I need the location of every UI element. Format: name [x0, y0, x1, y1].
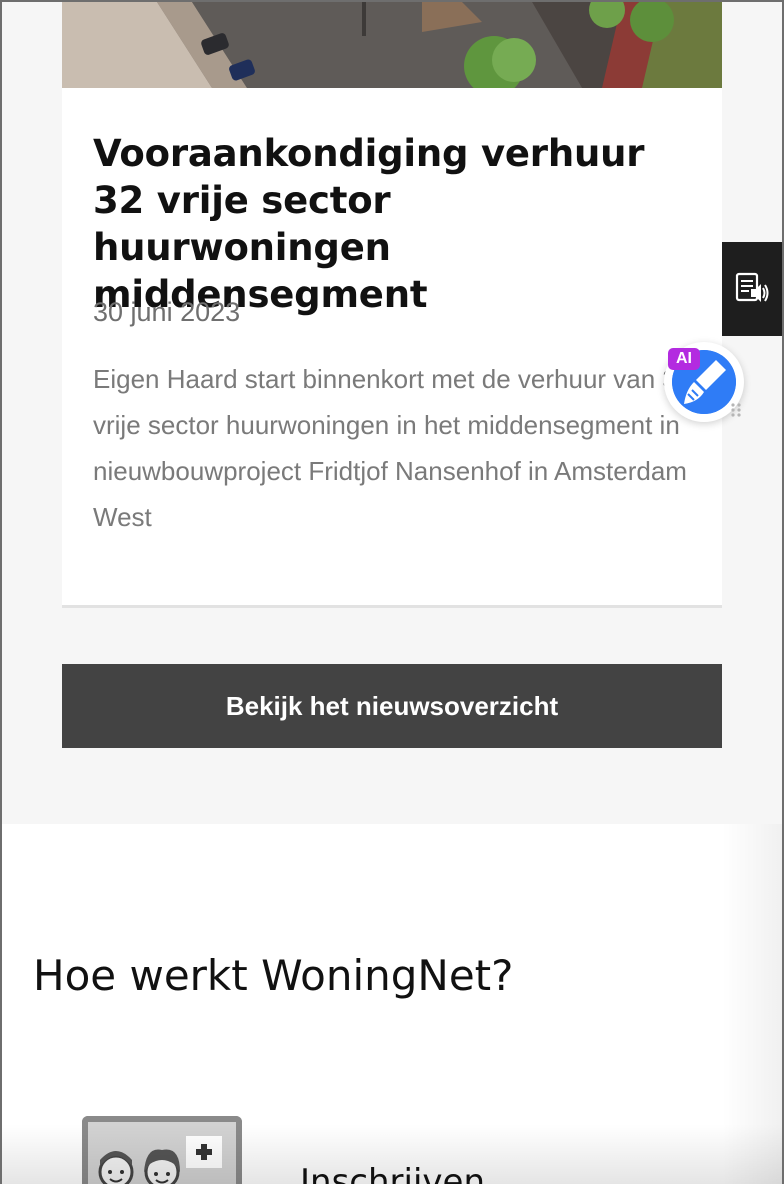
news-card-date: 30 juni 2023 — [93, 297, 241, 327]
read-aloud-icon — [735, 272, 769, 302]
ai-assistant-button[interactable]: AI — [664, 342, 744, 422]
read-aloud-button[interactable] — [722, 242, 782, 336]
news-card-image[interactable] — [62, 2, 722, 88]
register-users-icon[interactable] — [82, 1116, 242, 1184]
how-it-works-title: Hoe werkt WoningNet? — [33, 951, 514, 1000]
page: Vooraankondiging verhuur 32 vrije sector… — [0, 0, 784, 1184]
news-section: Vooraankondiging verhuur 32 vrije sector… — [2, 2, 782, 824]
section-shade — [722, 824, 782, 1184]
step-label-register: Inschrijven — [300, 1162, 485, 1184]
news-overview-button[interactable]: Bekijk het nieuwsoverzicht — [62, 664, 722, 748]
news-card-title[interactable]: Vooraankondiging verhuur 32 vrije sector… — [93, 130, 693, 318]
news-card[interactable]: Vooraankondiging verhuur 32 vrije sector… — [62, 2, 722, 608]
news-card-excerpt: Eigen Haard start binnenkort met de verh… — [93, 364, 692, 532]
how-it-works-section: Hoe werkt WoningNet? Inschrijven — [2, 824, 782, 1184]
drag-handle-icon[interactable] — [730, 402, 742, 418]
ai-badge: AI — [668, 348, 700, 370]
